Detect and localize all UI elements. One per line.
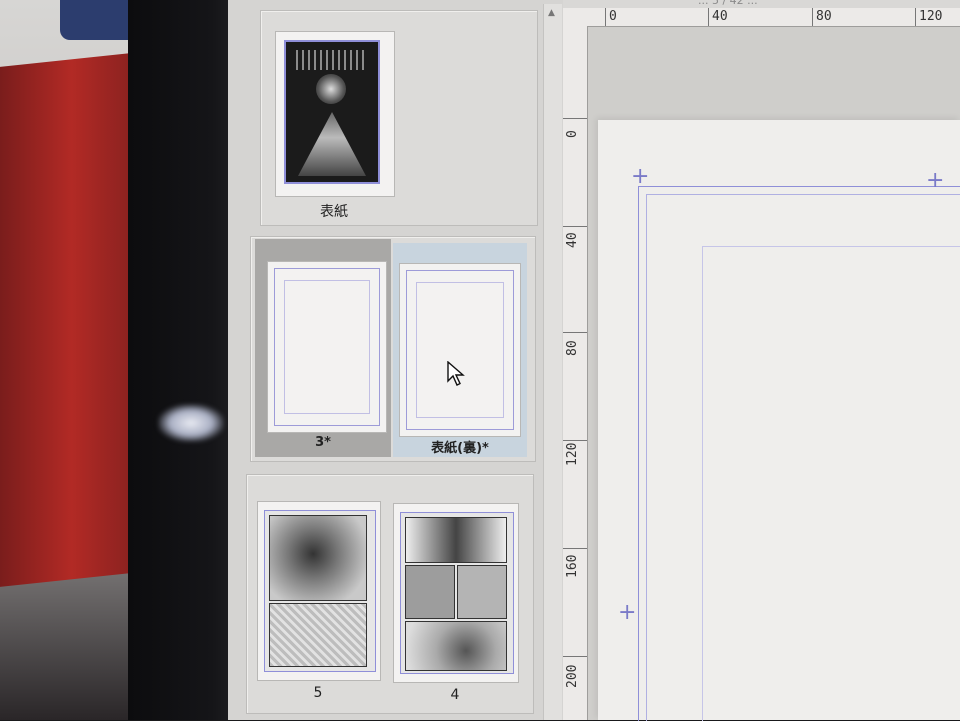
ruler-v-tick: 0 bbox=[565, 130, 580, 138]
registration-mark-icon: + bbox=[618, 600, 637, 625]
page-thumbnail-4[interactable] bbox=[393, 503, 519, 683]
ruler-h-tick: 40 bbox=[708, 8, 728, 26]
vertical-ruler: 0 40 80 120 160 200 bbox=[563, 26, 588, 720]
ruler-h-tick: 0 bbox=[605, 8, 617, 26]
application-window: ... 5 / 42 ... 表紙 3* 表紙(裏)* 5 4 ▲ 0 40 8… bbox=[228, 0, 960, 721]
page-label-4: 4 bbox=[450, 687, 460, 703]
page-label-cover: 表紙 bbox=[320, 204, 348, 220]
safe-area-guide bbox=[702, 246, 960, 721]
ruler-v-tick: 40 bbox=[565, 232, 580, 248]
page-label-5: 5 bbox=[313, 685, 323, 701]
page-panel-scrollbar[interactable]: ▲ bbox=[543, 4, 562, 720]
ruler-v-tick: 200 bbox=[565, 664, 580, 688]
page-thumbnail-back-cover[interactable] bbox=[399, 263, 521, 437]
ruler-h-tick: 80 bbox=[812, 8, 832, 26]
ruler-h-tick: 120 bbox=[915, 8, 942, 26]
manga-artwork-5 bbox=[264, 510, 376, 672]
page-thumbnail-3[interactable] bbox=[267, 261, 387, 433]
page-label-back-cover: 表紙(裏)* bbox=[431, 441, 489, 456]
arrow-cursor-icon bbox=[447, 360, 465, 391]
cover-artwork bbox=[284, 40, 380, 184]
page-thumbnail-5[interactable] bbox=[257, 501, 381, 681]
background-object bbox=[0, 53, 130, 587]
manga-artwork-4 bbox=[400, 512, 514, 674]
registration-mark-icon: + bbox=[631, 164, 650, 189]
spread-2[interactable]: 3* 表紙(裏)* bbox=[250, 236, 536, 462]
registration-mark-icon: + bbox=[926, 168, 945, 193]
document-title: ... 5 / 42 ... bbox=[698, 0, 758, 7]
spread-cover[interactable]: 表紙 bbox=[260, 10, 538, 226]
ruler-v-tick: 80 bbox=[565, 340, 580, 356]
screen-glare bbox=[158, 404, 224, 442]
horizontal-ruler: 0 40 80 120 bbox=[563, 8, 960, 27]
page-label-3: 3* bbox=[315, 435, 331, 450]
ruler-v-tick: 120 bbox=[565, 442, 580, 466]
ruler-v-tick: 160 bbox=[565, 554, 580, 578]
page-manager-panel: 表紙 3* 表紙(裏)* 5 4 ▲ bbox=[228, 0, 563, 720]
chevron-up-icon[interactable]: ▲ bbox=[548, 8, 555, 18]
page-thumbnail-cover[interactable] bbox=[275, 31, 395, 197]
spread-3[interactable]: 5 4 bbox=[246, 474, 534, 714]
